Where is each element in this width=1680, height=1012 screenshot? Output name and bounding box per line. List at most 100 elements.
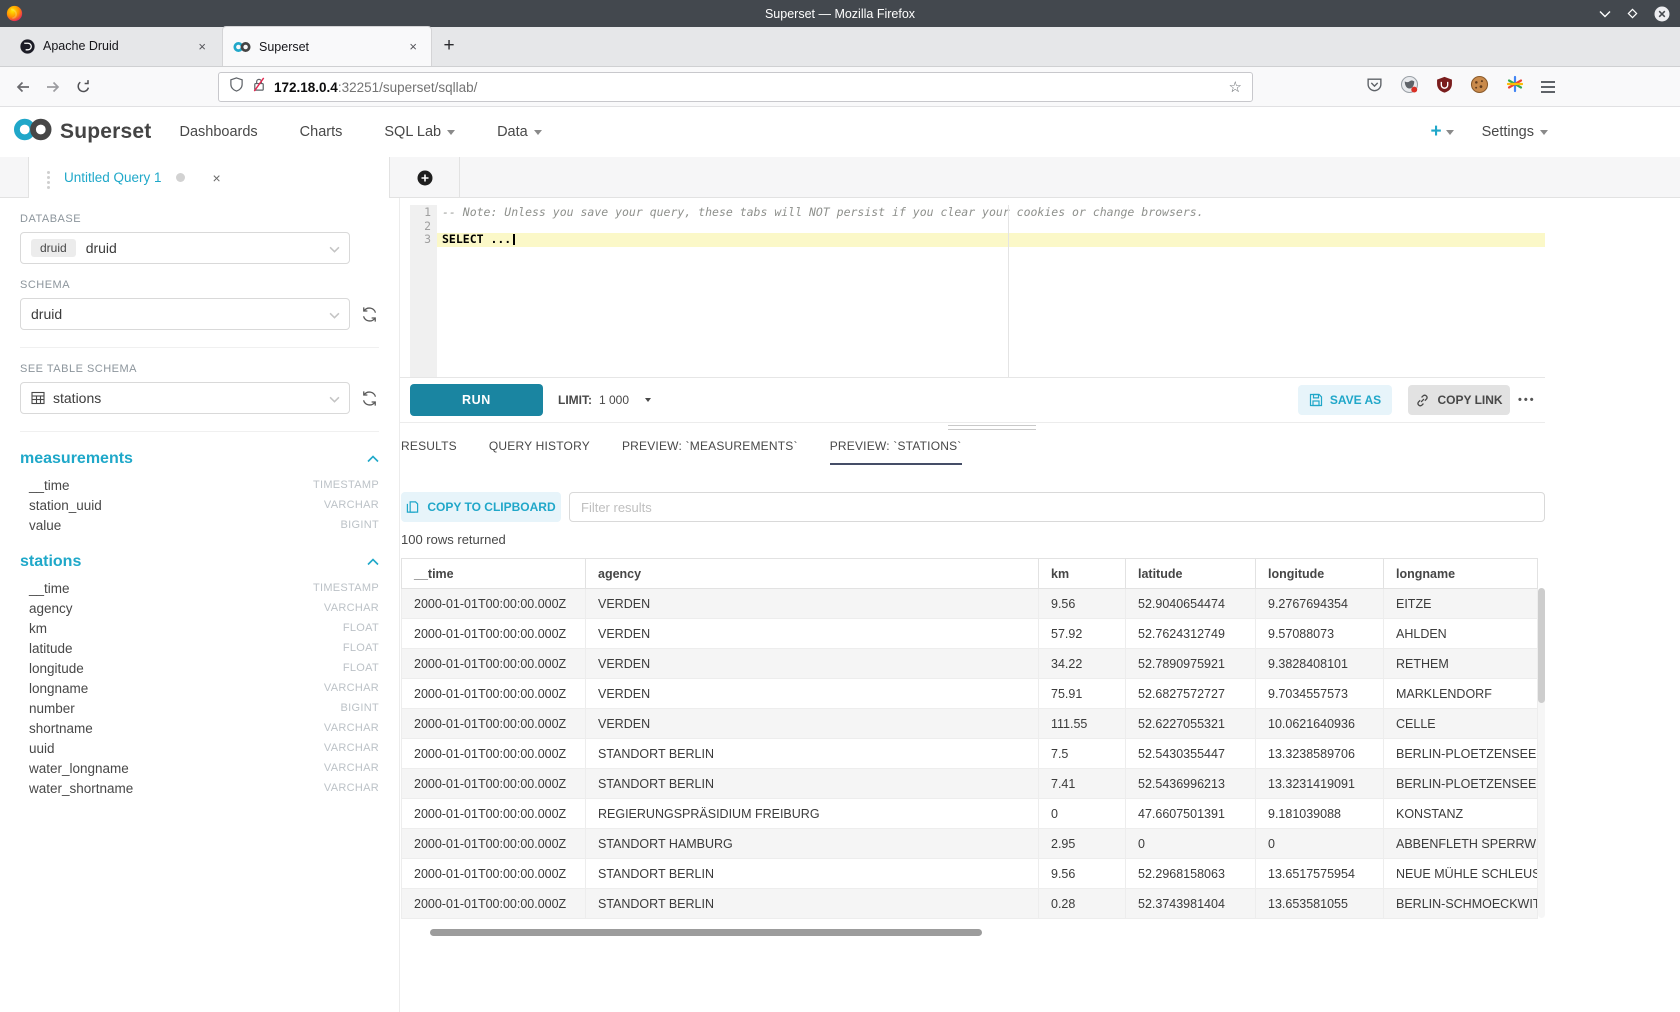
refresh-tables-icon[interactable] bbox=[359, 390, 379, 407]
schema-column-row: agencyVARCHAR bbox=[20, 598, 379, 618]
superset-navbar: Superset DashboardsChartsSQL LabData + S… bbox=[0, 107, 1680, 157]
table-cell: 47.6607501391 bbox=[1126, 799, 1256, 829]
copy-link-button[interactable]: COPY LINK bbox=[1408, 385, 1510, 415]
column-header[interactable]: longname bbox=[1384, 559, 1538, 589]
query-tab-untitled[interactable]: Untitled Query 1 × bbox=[28, 157, 390, 198]
sql-editor[interactable]: 123 -- Note: Unless you save your query,… bbox=[410, 205, 1545, 377]
column-header[interactable]: __time bbox=[402, 559, 586, 589]
save-as-button[interactable]: SAVE AS bbox=[1298, 385, 1392, 415]
run-query-button[interactable]: RUN bbox=[410, 384, 543, 416]
schema-select[interactable]: druid bbox=[20, 298, 350, 330]
filter-results-input[interactable] bbox=[569, 492, 1545, 522]
column-header[interactable]: longitude bbox=[1256, 559, 1384, 589]
more-actions-button[interactable]: ••• bbox=[1518, 385, 1536, 415]
column-type: BIGINT bbox=[341, 519, 379, 531]
table-row: 2000-01-01T00:00:00.000ZVERDEN75.9152.68… bbox=[402, 679, 1538, 709]
shield-icon[interactable] bbox=[229, 77, 244, 97]
url-host: 172.18.0.4 bbox=[274, 80, 338, 95]
nav-item-label: SQL Lab bbox=[384, 124, 441, 140]
browser-tab-strip: Apache Druid × Superset × + bbox=[0, 27, 1680, 67]
reload-button[interactable] bbox=[68, 79, 98, 94]
settings-menu[interactable]: Settings bbox=[1482, 124, 1548, 140]
table-cell: 2000-01-01T00:00:00.000Z bbox=[402, 679, 586, 709]
cookie-icon[interactable] bbox=[1470, 75, 1489, 99]
column-name: agency bbox=[29, 601, 73, 616]
chevron-up-icon[interactable] bbox=[367, 450, 379, 468]
window-titlebar[interactable]: Superset — Mozilla Firefox bbox=[0, 0, 1680, 27]
schema-column-row: longitudeFLOAT bbox=[20, 658, 379, 678]
column-type: VARCHAR bbox=[324, 499, 379, 511]
nav-item-sql-lab[interactable]: SQL Lab bbox=[384, 124, 455, 140]
table-cell: 13.6517575954 bbox=[1256, 859, 1384, 889]
copy-to-clipboard-button[interactable]: COPY TO CLIPBOARD bbox=[401, 492, 561, 522]
schema-table-name: measurements bbox=[20, 450, 133, 468]
schema-column-row: kmFLOAT bbox=[20, 618, 379, 638]
table-row: 2000-01-01T00:00:00.000ZVERDEN57.9252.76… bbox=[402, 619, 1538, 649]
schema-column-row: station_uuidVARCHAR bbox=[20, 495, 379, 515]
close-icon[interactable]: × bbox=[405, 39, 421, 54]
back-button[interactable] bbox=[8, 79, 38, 95]
pocket-icon[interactable] bbox=[1366, 76, 1383, 98]
close-icon[interactable]: × bbox=[194, 39, 210, 54]
database-select[interactable]: druid druid bbox=[20, 232, 350, 264]
table-cell: 34.22 bbox=[1039, 649, 1126, 679]
vertical-scrollbar[interactable] bbox=[1538, 588, 1545, 918]
forward-button[interactable] bbox=[38, 79, 68, 95]
table-cell: 2000-01-01T00:00:00.000Z bbox=[402, 709, 586, 739]
query-tab-title[interactable]: Untitled Query 1 bbox=[64, 170, 162, 185]
editor-line-active[interactable]: SELECT ... bbox=[437, 233, 1545, 247]
drag-handle-icon[interactable] bbox=[47, 176, 50, 179]
nav-item-label: Dashboards bbox=[179, 124, 257, 140]
window-maximize-button[interactable] bbox=[1627, 8, 1638, 19]
results-tab[interactable]: PREVIEW: `MEASUREMENTS` bbox=[622, 439, 798, 465]
url-text[interactable]: 172.18.0.4:32251/superset/sqllab/ bbox=[274, 80, 477, 95]
horizontal-scrollbar[interactable] bbox=[430, 929, 982, 936]
insecure-lock-icon[interactable] bbox=[252, 77, 266, 97]
query-status-dot bbox=[176, 173, 185, 182]
browser-tab-apache-druid[interactable]: Apache Druid × bbox=[10, 26, 220, 66]
new-tab-button[interactable]: + bbox=[432, 26, 466, 66]
column-type: TIMESTAMP bbox=[313, 582, 379, 594]
results-tab[interactable]: QUERY HISTORY bbox=[489, 439, 590, 465]
window-minimize-button[interactable] bbox=[1599, 10, 1611, 18]
table-cell: 57.92 bbox=[1039, 619, 1126, 649]
window-close-button[interactable] bbox=[1654, 6, 1670, 22]
schema-table-heading[interactable]: measurements bbox=[20, 450, 379, 468]
bookmark-star-icon[interactable]: ☆ bbox=[1229, 78, 1242, 96]
add-new-button[interactable]: + bbox=[1430, 121, 1453, 143]
table-cell: 0 bbox=[1126, 829, 1256, 859]
chevron-down-icon bbox=[1446, 130, 1454, 135]
table-cell: 52.9040654474 bbox=[1126, 589, 1256, 619]
table-cell: STANDORT HAMBURG bbox=[586, 829, 1039, 859]
link-icon bbox=[1415, 393, 1430, 408]
results-tab[interactable]: RESULTS bbox=[401, 439, 457, 465]
table-cell: 9.2767694354 bbox=[1256, 589, 1384, 619]
browser-tab-superset[interactable]: Superset × bbox=[222, 26, 432, 66]
nav-item-data[interactable]: Data bbox=[497, 124, 542, 140]
column-header[interactable]: agency bbox=[586, 559, 1039, 589]
schema-table-heading[interactable]: stations bbox=[20, 553, 379, 571]
add-query-tab-button[interactable] bbox=[390, 157, 460, 198]
results-tab[interactable]: PREVIEW: `STATIONS` bbox=[830, 439, 962, 465]
column-name: number bbox=[29, 701, 75, 716]
chevron-up-icon[interactable] bbox=[367, 553, 379, 571]
table-row: 2000-01-01T00:00:00.000ZVERDEN34.2252.78… bbox=[402, 649, 1538, 679]
database-value: druid bbox=[86, 240, 117, 256]
pane-resize-handle[interactable] bbox=[948, 425, 1036, 433]
hamburger-menu-icon[interactable] bbox=[1541, 81, 1555, 93]
privacy-extension-icon[interactable] bbox=[1400, 75, 1419, 99]
refresh-schemas-icon[interactable] bbox=[359, 306, 379, 323]
limit-dropdown[interactable]: LIMIT: 1 000 bbox=[558, 384, 651, 416]
close-icon[interactable]: × bbox=[213, 170, 221, 186]
pinwheel-extension-icon[interactable] bbox=[1506, 75, 1524, 98]
table-cell: 52.7624312749 bbox=[1126, 619, 1256, 649]
table-cell: 13.653581055 bbox=[1256, 889, 1384, 919]
line-number: 2 bbox=[410, 220, 431, 234]
nav-item-charts[interactable]: Charts bbox=[300, 124, 343, 140]
url-bar[interactable]: 172.18.0.4:32251/superset/sqllab/ ☆ bbox=[218, 72, 1253, 102]
column-header[interactable]: latitude bbox=[1126, 559, 1256, 589]
ublock-icon[interactable] bbox=[1436, 76, 1453, 98]
nav-item-dashboards[interactable]: Dashboards bbox=[179, 124, 257, 140]
column-header[interactable]: km bbox=[1039, 559, 1126, 589]
table-select[interactable]: stations bbox=[20, 382, 350, 414]
